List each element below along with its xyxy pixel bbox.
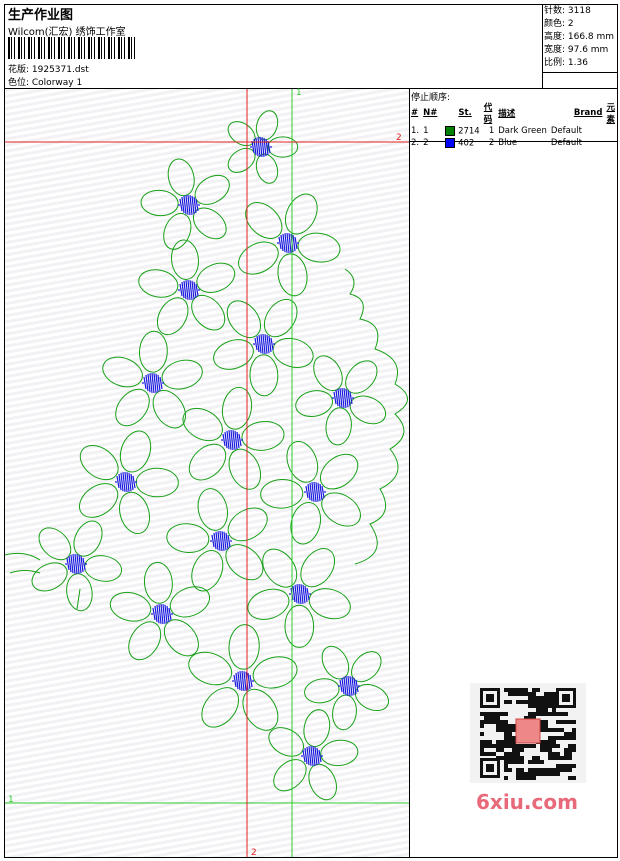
col-code: 代码	[483, 103, 493, 125]
row-num: 1.	[411, 126, 420, 136]
col-description: 描述	[498, 109, 516, 119]
table-row: 1. 1 2714 1 Dark Green Default	[410, 125, 620, 137]
stats-divider	[542, 4, 543, 88]
row-description: Dark Green	[498, 126, 547, 136]
design-height: 高度: 166.8 mm	[544, 32, 615, 42]
col-stitches: St.	[458, 108, 472, 118]
watermark-logo: 6xiu.com	[476, 790, 578, 814]
design-width: 宽度: 97.6 mm	[544, 45, 609, 55]
row-stitches: 402	[440, 137, 482, 149]
col-element: 元素	[606, 103, 615, 125]
design-file: 花版: 1925371.dst	[8, 65, 89, 75]
table-row: 2. 2 402 2 Blue Default	[410, 137, 620, 149]
guide-label-bottom-left: 1	[8, 795, 14, 805]
row-code: 2	[488, 138, 495, 148]
page-title: 生产作业图	[8, 8, 74, 23]
design-scale: 比例: 1.36	[544, 58, 588, 68]
row-stitches: 2714	[440, 125, 482, 137]
colorway-label: 色位: Colorway 1	[8, 78, 83, 88]
stats-bottom-line	[542, 72, 618, 73]
color-swatch	[445, 137, 456, 148]
col-brand: Brand	[573, 108, 603, 118]
row-code: 1	[488, 126, 495, 136]
stop-sequence-table: # N# St. 代码 描述 Brand 元素 1. 1 2714 1 Dark…	[410, 101, 620, 149]
barcode	[8, 37, 135, 59]
row-description: Blue	[498, 138, 518, 148]
stitch-count: 针数: 3118	[544, 6, 591, 16]
guide-label-bottom-center: 2	[251, 848, 257, 858]
guide-label-top-right: 2	[396, 133, 402, 143]
row-n: 1	[423, 126, 429, 136]
embroidery-artwork	[5, 89, 409, 857]
col-n: N#	[423, 108, 438, 118]
panel-divider	[409, 88, 410, 858]
row-num: 2.	[411, 138, 420, 148]
guide-label-top-left: 1	[296, 88, 302, 98]
color-count: 颜色: 2	[544, 19, 574, 29]
row-n: 2	[423, 138, 429, 148]
design-stats: 针数: 3118 颜色: 2 高度: 166.8 mm 宽度: 97.6 mm …	[544, 5, 614, 70]
qr-code	[470, 683, 586, 783]
row-brand: Default	[550, 138, 582, 148]
col-hash: #	[411, 108, 419, 118]
company-name: Wilcom(汇宏) 绣饰工作室	[8, 27, 126, 38]
color-swatch	[445, 125, 456, 136]
row-brand: Default	[550, 126, 582, 136]
